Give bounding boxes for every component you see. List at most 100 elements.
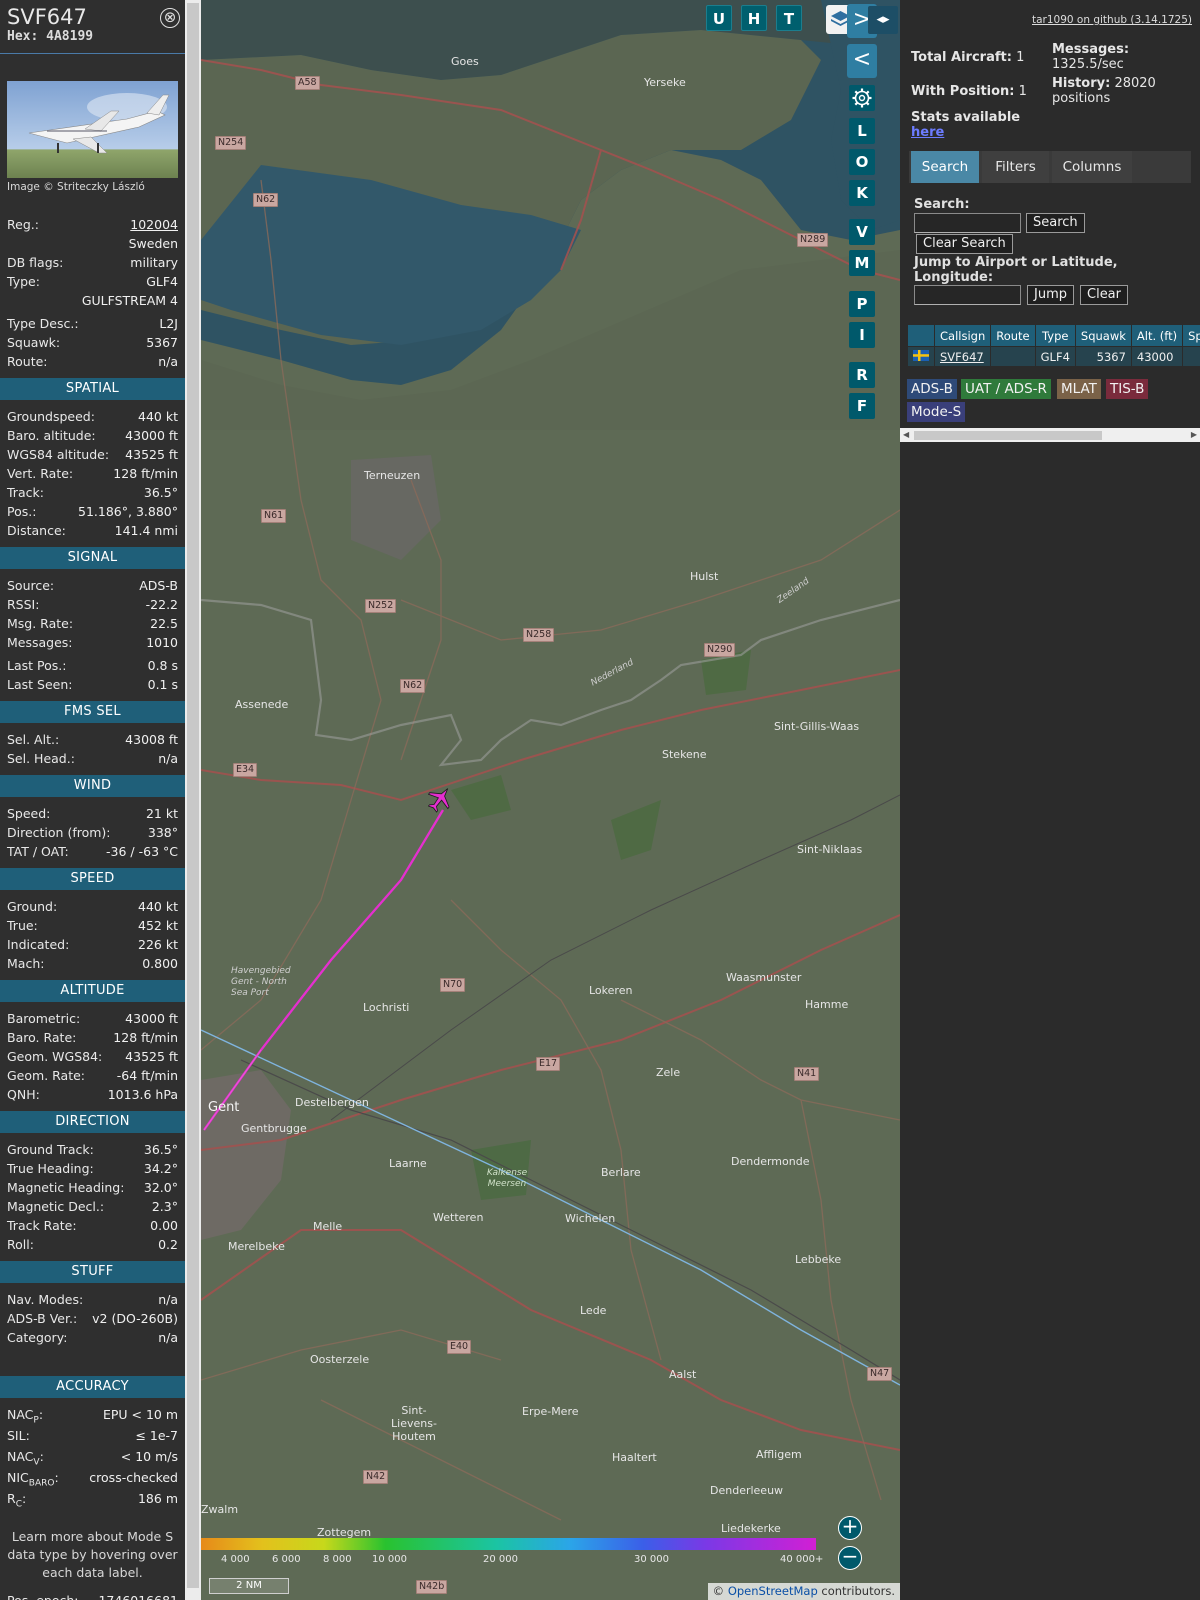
section-wind: WIND — [0, 775, 185, 797]
map-button-t[interactable]: T — [776, 5, 802, 31]
info-value: 51.186°, 3.880° — [78, 504, 178, 519]
info-label: SIL: — [7, 1426, 30, 1447]
map-button-v[interactable]: V — [849, 219, 875, 245]
selected-header: SVF647 Hex: 4A8199 ⊗ — [0, 0, 185, 54]
gear-icon — [852, 88, 872, 108]
map-button-f[interactable]: F — [849, 393, 875, 419]
attribution-suffix: contributors. — [817, 1584, 895, 1598]
col-speed[interactable]: Spd. — [1182, 324, 1200, 347]
legend-mlat[interactable]: MLAT — [1057, 379, 1101, 399]
cell-callsign[interactable]: SVF647 — [933, 346, 992, 367]
table-row[interactable]: SVF647 GLF4 5367 43000 — [907, 346, 1200, 367]
info-row: Ground Track: 36.5° — [0, 1140, 185, 1159]
road-shield: N289 — [797, 233, 829, 247]
info-row: SIL: ≤ 1e-7 — [0, 1426, 185, 1447]
jump-button[interactable]: Jump — [1027, 285, 1074, 305]
map-button-o[interactable]: O — [849, 149, 875, 175]
aircraft-photo[interactable] — [7, 81, 178, 178]
map-button-r[interactable]: R — [849, 362, 875, 388]
cell-route — [990, 346, 1036, 367]
road-shield: A58 — [295, 76, 320, 90]
aircraft-marker-icon[interactable] — [425, 784, 455, 814]
info-row: Pos.: 51.186°, 3.880° — [0, 502, 185, 521]
map-button-u[interactable]: U — [706, 5, 732, 31]
info-row: WGS84 altitude: 43525 ft — [0, 445, 185, 464]
place-label: Goes — [451, 55, 479, 68]
info-label: Nav. Modes: — [7, 1292, 84, 1307]
registration-link[interactable]: 102004 — [130, 215, 178, 234]
col-type[interactable]: Type — [1034, 324, 1076, 347]
search-button[interactable]: Search — [1026, 213, 1085, 233]
jump-clear-button[interactable]: Clear — [1080, 285, 1128, 305]
map-button-h[interactable]: H — [741, 5, 767, 31]
info-label: NACP: — [7, 1407, 44, 1426]
info-value: 21 kt — [145, 806, 178, 821]
toggle-sidebar-button[interactable]: ◂▸ — [868, 6, 898, 34]
close-icon[interactable]: ⊗ — [160, 8, 180, 28]
search-input[interactable] — [914, 213, 1021, 233]
info-label: NICBARO: — [7, 1470, 59, 1489]
info-row-type: Type: GLF4 — [0, 272, 185, 291]
jump-input[interactable] — [914, 285, 1021, 305]
tab-filters[interactable]: Filters — [982, 151, 1049, 183]
panel-scrollbar[interactable] — [185, 0, 201, 1600]
map-button-k[interactable]: K — [849, 180, 875, 206]
table-horizontal-scrollbar[interactable]: ◀ ▶ — [900, 428, 1200, 442]
chevron-left-icon: < — [852, 47, 872, 72]
map-button-m[interactable]: M — [849, 250, 875, 276]
scroll-left-icon[interactable]: ◀ — [903, 430, 909, 439]
stats-here-link[interactable]: here — [911, 125, 944, 140]
clear-search-button[interactable]: Clear Search — [916, 234, 1013, 254]
settings-button[interactable] — [849, 85, 875, 111]
road-shield: E17 — [536, 1057, 561, 1071]
map-button-l[interactable]: L — [849, 118, 875, 144]
info-label: True Heading: — [7, 1161, 94, 1176]
map-button-i[interactable]: I — [849, 322, 875, 348]
dbflags-label: DB flags: — [7, 255, 64, 270]
tab-columns[interactable]: Columns — [1052, 151, 1132, 183]
col-callsign[interactable]: Callsign — [933, 324, 992, 347]
info-label: NACV: — [7, 1449, 44, 1468]
zoom-out-button[interactable]: − — [838, 1546, 862, 1570]
col-altitude[interactable]: Alt. (ft) — [1130, 324, 1184, 347]
place-label: Kalkense Meersen — [486, 1168, 528, 1189]
info-value: 43008 ft — [125, 732, 178, 747]
info-row-typedesc: Type Desc.: L2J — [0, 314, 185, 333]
col-squawk[interactable]: Squawk — [1074, 324, 1132, 347]
panel-scrollbar-thumb[interactable] — [187, 3, 199, 1588]
scroll-right-icon[interactable]: ▶ — [1191, 430, 1197, 439]
col-flag[interactable] — [907, 324, 935, 347]
legend-tisb[interactable]: TIS-B — [1106, 379, 1149, 399]
table-scrollbar-thumb[interactable] — [914, 431, 1102, 440]
map-button-p[interactable]: P — [849, 291, 875, 317]
info-label: Source: — [7, 578, 55, 593]
col-route[interactable]: Route — [990, 324, 1036, 347]
osm-link[interactable]: OpenStreetMap — [728, 1584, 818, 1598]
legend-modes[interactable]: Mode-S — [907, 402, 966, 422]
accuracy-list: NACP: EPU < 10 m SIL: ≤ 1e-7 NACV: < 10 m/s NI… — [0, 1405, 185, 1510]
road-shield: E34 — [233, 763, 258, 777]
legend-adsb[interactable]: ADS-B — [907, 379, 957, 399]
info-label: Pos.: — [7, 504, 37, 519]
info-value: v2 (DO-260B) — [92, 1311, 178, 1326]
section-fms: FMS SEL — [0, 701, 185, 723]
info-row: Category: n/a — [0, 1328, 185, 1347]
info-row: NACP: EPU < 10 m — [0, 1405, 185, 1426]
info-label: RC: — [7, 1491, 27, 1510]
jump-label: Jump to Airport or Latitude, Longitude: — [914, 255, 1118, 285]
prev-arrow-button[interactable]: < — [847, 44, 877, 78]
info-row: Track Rate: 0.00 — [0, 1216, 185, 1235]
zoom-in-button[interactable]: + — [838, 1516, 862, 1540]
tab-search[interactable]: Search — [911, 151, 979, 183]
map[interactable]: Goes Yerseke Terneuzen Hulst Assenede Si… — [201, 0, 900, 1600]
info-value: 338° — [147, 825, 178, 840]
messages-value: 1325.5/sec — [1052, 57, 1124, 72]
info-label-text: NAC — [7, 1449, 34, 1464]
info-row: Indicated: 226 kt — [0, 935, 185, 954]
github-link[interactable]: tar1090 on github (3.14.1725) — [1032, 14, 1192, 26]
legend-uat-adsr[interactable]: UAT / ADS-R — [961, 379, 1051, 399]
route-label: Route: — [7, 354, 48, 369]
info-value: 0.1 s — [147, 677, 178, 692]
info-label: TAT / OAT: — [7, 844, 69, 859]
info-row: Source: ADS-B — [0, 576, 185, 595]
